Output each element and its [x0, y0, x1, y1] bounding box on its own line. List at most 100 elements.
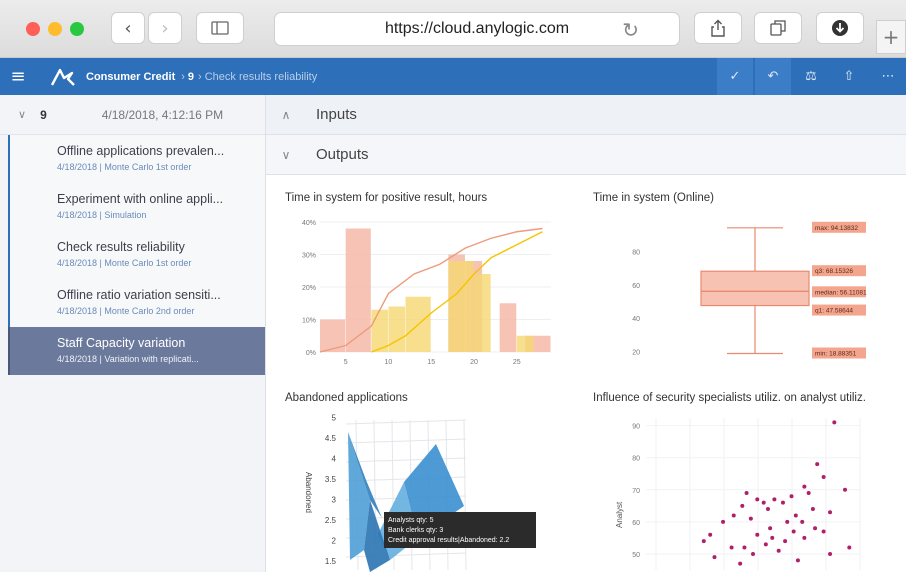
chevron-left-icon: ‹	[124, 17, 132, 39]
scatter-point	[828, 551, 833, 556]
stat-label-max: max: 94.13832	[815, 225, 858, 232]
undo-button[interactable]: ↶	[755, 58, 791, 95]
x-tick-label: 5	[344, 359, 348, 366]
scatter-point	[802, 535, 807, 540]
share-button[interactable]	[694, 12, 742, 44]
sidebar-item-offline-applications[interactable]: Offline applications prevalen... 4/18/20…	[8, 135, 265, 183]
sidebar-item-staff-capacity[interactable]: Staff Capacity variation 4/18/2018 | Var…	[8, 327, 265, 375]
sidebar-item-title: Staff Capacity variation	[57, 336, 186, 350]
back-button[interactable]: ‹	[111, 12, 145, 44]
scatter-point	[780, 500, 785, 505]
chevron-down-icon[interactable]: ∨	[18, 108, 26, 121]
scatter-point	[738, 561, 743, 566]
z-tick-label: 5	[332, 414, 337, 423]
stat-label-median: median: 56.11081	[815, 289, 867, 296]
stat-label-q3: q3: 68.15326	[815, 268, 853, 275]
y-tick-label: 30%	[302, 253, 316, 260]
scatter-point	[821, 474, 826, 479]
scatter-point	[755, 532, 760, 537]
scatter-point	[821, 529, 826, 534]
boxplot-chart[interactable]: 20 40 60 80 max: 94.13832 q3: 68.15326 median:…	[600, 210, 900, 375]
sidebar-item-online-applications[interactable]: Experiment with online appli... 4/18/201…	[8, 183, 265, 231]
sidebar-item-title: Experiment with online appli...	[57, 192, 224, 206]
reload-icon[interactable]: ↻	[622, 18, 639, 42]
stat-label-q1: q1: 47.58644	[815, 308, 853, 315]
scatter-point	[806, 491, 811, 495]
interquartile-box	[700, 270, 810, 307]
sidebar-item-title: Offline applications prevalen...	[57, 144, 225, 158]
scatter-point	[800, 519, 805, 524]
breadcrumb-separator: ›	[181, 70, 185, 83]
app-name-link[interactable]: Consumer Credit	[86, 71, 175, 83]
x-tick-label: 15	[427, 359, 435, 366]
scatter-title: Influence of security specialists utiliz…	[593, 392, 866, 404]
scatter-point	[768, 526, 773, 531]
address-bar[interactable]: https://cloud.anylogic.com ↻	[274, 12, 680, 46]
y-tick-label: 60	[632, 283, 640, 290]
stat-label-min: min: 18.88351	[815, 351, 857, 358]
tooltip-line: Credit approval results|Abandoned: 2.2	[388, 537, 509, 544]
scatter-point	[772, 497, 777, 502]
scatter-point	[765, 507, 770, 512]
y-tick-label: 40	[632, 316, 640, 323]
surface-3d-chart[interactable]: 1.5 2 2.5 3 3.5 4 4.5 5 Abandoned Analysts qty: 5…	[286, 410, 576, 572]
breadcrumb-separator: ›	[198, 70, 202, 83]
x-tick-label: 20	[470, 359, 478, 366]
sidebar-item-title: Offline ratio variation sensiti...	[57, 288, 221, 302]
sidebar-item-title: Check results reliability	[57, 240, 185, 254]
scatter-point	[810, 507, 815, 512]
run-timestamp: 4/18/2018, 4:12:16 PM	[101, 107, 224, 122]
scatter-point	[712, 555, 717, 560]
inputs-section-header[interactable]: ∧ Inputs	[266, 95, 906, 135]
sidebar-item-subtitle: 4/18/2018 | Monte Carlo 2nd order	[57, 306, 195, 316]
scatter-point	[763, 542, 768, 547]
sidebar-toggle-button[interactable]	[196, 12, 244, 44]
scatter-point	[802, 484, 807, 489]
sidebar-item-offline-ratio[interactable]: Offline ratio variation sensiti... 4/18/…	[8, 279, 265, 327]
histogram-chart[interactable]: 0% 10% 20% 30% 40% 5 10 15 20 25	[286, 210, 571, 375]
y-tick-label: 90	[632, 424, 640, 431]
grid-line	[345, 419, 467, 425]
y-tick-label: 80	[632, 456, 640, 463]
more-options-button[interactable]: ⋯	[870, 58, 906, 95]
scatter-point	[795, 558, 800, 563]
y-tick-label: 70	[632, 488, 640, 495]
y-tick-label: 50	[632, 552, 640, 559]
histogram-bar	[388, 306, 406, 352]
sidebar-item-check-results[interactable]: Check results reliability 4/18/2018 | Mo…	[8, 231, 265, 279]
y-tick-label: 60	[632, 520, 640, 527]
scatter-point	[761, 500, 766, 505]
z-tick-label: 3	[332, 496, 337, 505]
new-tab-button[interactable]: +	[876, 20, 906, 54]
outputs-section-header[interactable]: ∨ Outputs	[266, 135, 906, 175]
tabs-button[interactable]	[754, 12, 802, 44]
scatter-point	[729, 545, 734, 550]
scatter-chart[interactable]: 50 60 70 80 90 Analyst	[600, 410, 900, 572]
downloads-button[interactable]	[816, 12, 864, 44]
share-icon	[711, 19, 725, 37]
sidebar-run-header[interactable]: ∨ 9 4/18/2018, 4:12:16 PM	[0, 95, 265, 135]
minimize-window-button[interactable]	[48, 22, 62, 36]
close-window-button[interactable]	[26, 22, 40, 36]
sidebar-item-subtitle: 4/18/2018 | Monte Carlo 1st order	[57, 258, 192, 268]
x-tick-label: 25	[513, 359, 521, 366]
menu-icon[interactable]: ≡	[0, 66, 36, 87]
forward-button[interactable]: ›	[148, 12, 182, 44]
breadcrumb-number[interactable]: 9	[188, 71, 194, 83]
zoom-window-button[interactable]	[70, 22, 84, 36]
histogram-bar	[371, 309, 388, 352]
browser-toolbar: ‹ › https://cloud.anylogic.com ↻ +	[0, 0, 906, 58]
run-check-button[interactable]: ✓	[717, 58, 753, 95]
export-button[interactable]: ⇧	[831, 58, 867, 95]
histogram-bar	[499, 303, 517, 352]
sidebar-item-subtitle: 4/18/2018 | Monte Carlo 1st order	[57, 162, 192, 172]
z-tick-label: 2.5	[325, 516, 337, 525]
scatter-point	[828, 510, 833, 515]
url-text: https://cloud.anylogic.com	[384, 20, 570, 37]
scatter-point	[751, 551, 755, 556]
anylogic-logo[interactable]	[50, 67, 76, 87]
run-number: 9	[40, 107, 47, 122]
z-tick-label: 4	[332, 455, 337, 464]
scatter-point	[701, 539, 706, 544]
compare-runs-button[interactable]: ⚖	[793, 58, 829, 95]
